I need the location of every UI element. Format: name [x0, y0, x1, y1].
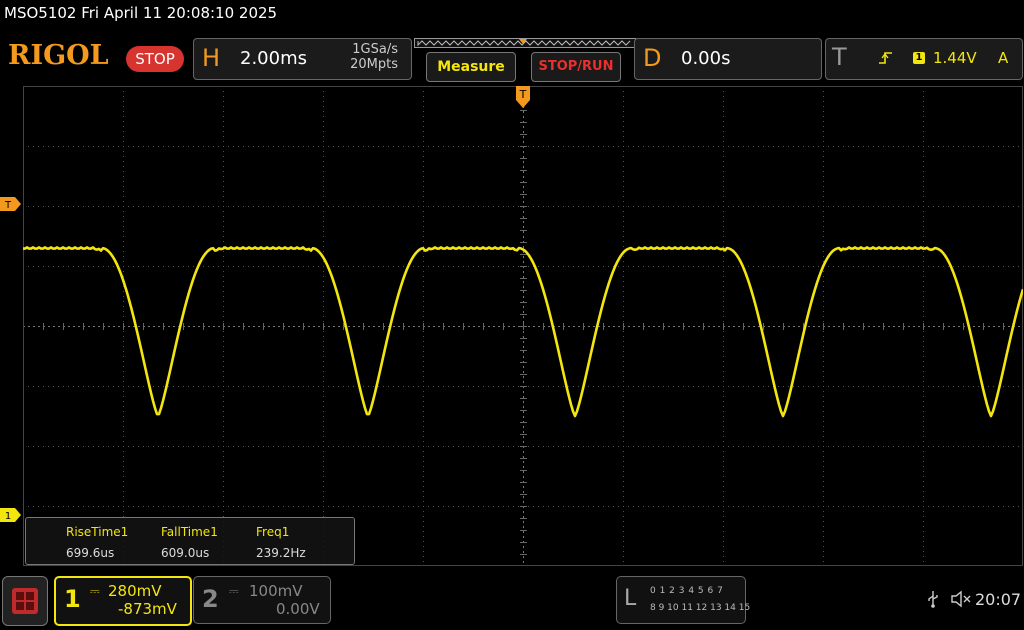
fall-time-value: 609.0us	[161, 546, 210, 560]
memory-depth: 20Mpts	[350, 57, 398, 72]
trigger-source-badge: 1	[913, 52, 925, 64]
trigger-level: 1.44V	[933, 49, 977, 67]
logic-channels-high: 8 9 10 11 12 13 14 15	[650, 603, 751, 613]
ch1-offset-marker-label: 1	[5, 511, 11, 522]
frequency-value: 239.2Hz	[256, 546, 306, 560]
ch2-scale: 100mV	[249, 582, 303, 600]
grid-menu-icon	[12, 588, 38, 614]
rise-time-value: 699.6us	[66, 546, 115, 560]
ch2-offset: 0.00V	[276, 600, 320, 618]
trigger-level-marker[interactable]: T	[0, 197, 22, 211]
run-state-badge[interactable]: STOP	[126, 46, 184, 72]
ch1-offset: -873mV	[118, 600, 177, 618]
fall-time-label: FallTime1	[161, 525, 218, 539]
trigger-label: T	[832, 43, 847, 71]
dc-coupling-icon: ⎓	[90, 584, 100, 598]
ch1-number: 1	[64, 585, 81, 613]
timebase-value: 2.00ms	[240, 48, 307, 69]
trigger-mode: A	[998, 49, 1009, 67]
ch1-offset-marker[interactable]: 1	[0, 508, 22, 522]
delay-value: 0.00s	[681, 48, 731, 69]
horizontal-label: H	[202, 44, 221, 72]
usb-icon	[928, 591, 938, 608]
trigger-position-marker[interactable]: T	[516, 86, 530, 110]
ch2-number: 2	[202, 585, 219, 613]
rigol-logo: RIGOL	[8, 40, 109, 71]
trigger-position-marker-label: T	[519, 88, 527, 101]
sample-info: 1GSa/s 20Mpts	[326, 42, 398, 72]
sample-rate: 1GSa/s	[352, 42, 398, 57]
waveform-display[interactable]	[23, 86, 1023, 566]
logic-label: L	[624, 586, 637, 611]
logic-channels-low: 0 1 2 3 4 5 6 7	[650, 586, 724, 596]
frequency-label: Freq1	[256, 525, 290, 539]
graticule	[23, 86, 1023, 566]
main-menu-button[interactable]	[2, 576, 48, 626]
ch1-scale: 280mV	[108, 582, 162, 600]
rising-edge-icon	[879, 52, 892, 64]
clock: 20:07	[975, 590, 1022, 609]
memory-position-bar[interactable]	[414, 38, 636, 48]
status-title: MSO5102 Fri April 11 20:08:10 2025	[4, 4, 278, 22]
dc-coupling-icon: ⎓	[229, 584, 239, 598]
speaker-muted-icon[interactable]	[950, 589, 972, 609]
trigger-level-marker-label: T	[4, 200, 12, 211]
rise-time-label: RiseTime1	[66, 525, 129, 539]
measure-button[interactable]: Measure	[426, 52, 516, 82]
delay-label: D	[643, 44, 662, 72]
stop-run-button[interactable]: STOP/RUN	[531, 52, 621, 82]
